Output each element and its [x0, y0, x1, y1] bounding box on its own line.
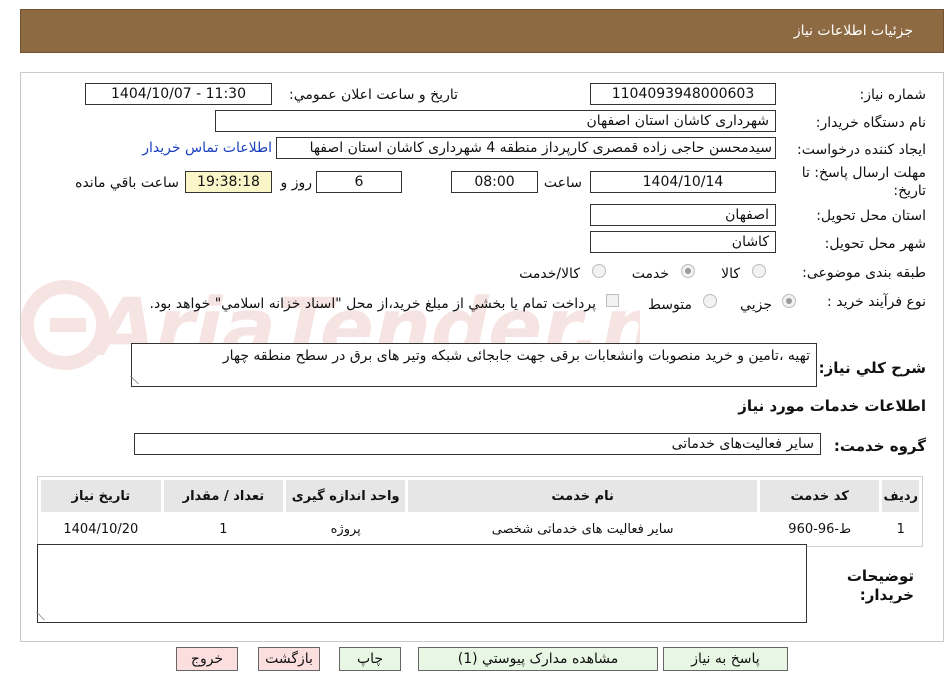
services-table-header: رديف کد خدمت نام خدمت واحد اندازه گيری ت…: [38, 477, 922, 515]
cell-service-name: سایر فعالیت های خدماتی شخصی: [405, 513, 760, 546]
category-radio-goods-service[interactable]: [592, 264, 606, 278]
treasury-payment-note: پرداخت تمام يا بخشي از مبلغ خريد،از محل …: [149, 296, 596, 312]
description-textarea[interactable]: تهیه ،تامین و خرید منصوبات وانشعابات برق…: [131, 343, 817, 387]
col-unit: واحد اندازه گيری: [283, 477, 409, 515]
page-header: جزئیات اطلاعات نیاز: [20, 9, 944, 53]
category-option-service: خدمت: [631, 266, 669, 282]
treasury-payment-checkbox[interactable]: [606, 294, 619, 307]
buyer-org-field[interactable]: شهرداری کاشان استان اصفهان: [215, 110, 776, 132]
city-field[interactable]: کاشان: [590, 231, 776, 253]
service-group-label: گروه خدمت:: [833, 437, 926, 455]
col-quantity: تعداد / مقدار: [160, 477, 287, 515]
category-label: طبقه بندی موضوعی:: [802, 265, 926, 281]
reply-button[interactable]: پاسخ به نياز: [663, 647, 788, 671]
service-group-field[interactable]: سایر فعالیت‌های خدماتی: [134, 433, 821, 455]
deadline-time-field[interactable]: 08:00: [451, 171, 538, 193]
category-option-goods: کالا: [721, 266, 740, 282]
services-table: رديف کد خدمت نام خدمت واحد اندازه گيری ت…: [37, 476, 923, 547]
cell-unit: پروژه: [283, 513, 409, 546]
exit-button[interactable]: خروج: [176, 647, 238, 671]
process-radio-medium[interactable]: [703, 294, 717, 308]
deadline-time-label: ساعت: [543, 175, 582, 191]
requester-label: ايجاد کننده درخواست:: [797, 142, 926, 158]
process-type-label: نوع فرآيند خريد :: [827, 294, 926, 310]
col-service-name: نام خدمت: [405, 477, 760, 515]
page-title: جزئیات اطلاعات نیاز: [793, 23, 913, 39]
province-field[interactable]: اصفهان: [590, 204, 776, 226]
days-label: روز و: [280, 175, 313, 191]
cell-service-code: ط-96-960: [756, 513, 883, 546]
table-row[interactable]: 1 ط-96-960 سایر فعالیت های خدماتی شخصی پ…: [38, 513, 922, 546]
category-radio-goods[interactable]: [752, 264, 766, 278]
deadline-label: مهلت ارسال پاسخ: تا: [801, 165, 926, 181]
category-option-goods-service: کالا/خدمت: [519, 266, 580, 282]
view-attachments-button[interactable]: مشاهده مدارک پيوستي (1): [418, 647, 658, 671]
requester-field[interactable]: سیدمحسن حاجی زاده قمصری کارپرداز منطقه 4…: [276, 137, 776, 159]
time-remaining-field: 19:38:18: [185, 171, 272, 193]
announce-label: تاریخ و ساعت اعلان عمومي:: [289, 87, 458, 103]
days-remaining-field[interactable]: 6: [316, 171, 402, 193]
cell-row-number: 1: [879, 513, 922, 546]
city-label: شهر محل تحويل:: [824, 236, 926, 252]
buyer-org-label: نام دستگاه خريدار:: [815, 115, 926, 131]
province-label: استان محل تحويل:: [816, 208, 926, 224]
deadline-date-field[interactable]: 1404/10/14: [590, 171, 776, 193]
col-need-date: تاريخ نياز: [38, 477, 164, 515]
services-section-title: اطلاعات خدمات مورد نياز: [738, 397, 926, 415]
back-button[interactable]: بازگشت: [258, 647, 320, 671]
time-remaining-label: ساعت باقي مانده: [75, 175, 179, 191]
deadline-date-label: تاريخ:: [893, 183, 926, 199]
buyer-contact-link[interactable]: اطلاعات تماس خريدار: [142, 140, 272, 156]
need-number-field[interactable]: 1104093948000603: [590, 83, 776, 105]
need-number-label: شماره نیاز:: [859, 87, 927, 103]
process-option-medium: متوسط: [648, 297, 692, 313]
process-radio-minor[interactable]: [782, 294, 796, 308]
category-radio-service[interactable]: [681, 264, 695, 278]
buyer-notes-textarea[interactable]: [37, 544, 807, 623]
buyer-notes-label: توضيحات: [846, 567, 914, 585]
description-label: شرح کلي نياز:: [818, 359, 926, 377]
col-row-number: رديف: [879, 477, 922, 515]
description-text: تهیه ،تامین و خرید منصوبات وانشعابات برق…: [222, 348, 810, 364]
cell-need-date: 1404/10/20: [38, 513, 164, 546]
buyer-notes-label-2: خريدار:: [859, 586, 914, 604]
process-option-minor: جزيي: [740, 297, 772, 313]
announce-field[interactable]: 1404/10/07 - 11:30: [85, 83, 272, 105]
print-button[interactable]: چاپ: [339, 647, 401, 671]
col-service-code: کد خدمت: [756, 477, 883, 515]
cell-quantity: 1: [160, 513, 287, 546]
